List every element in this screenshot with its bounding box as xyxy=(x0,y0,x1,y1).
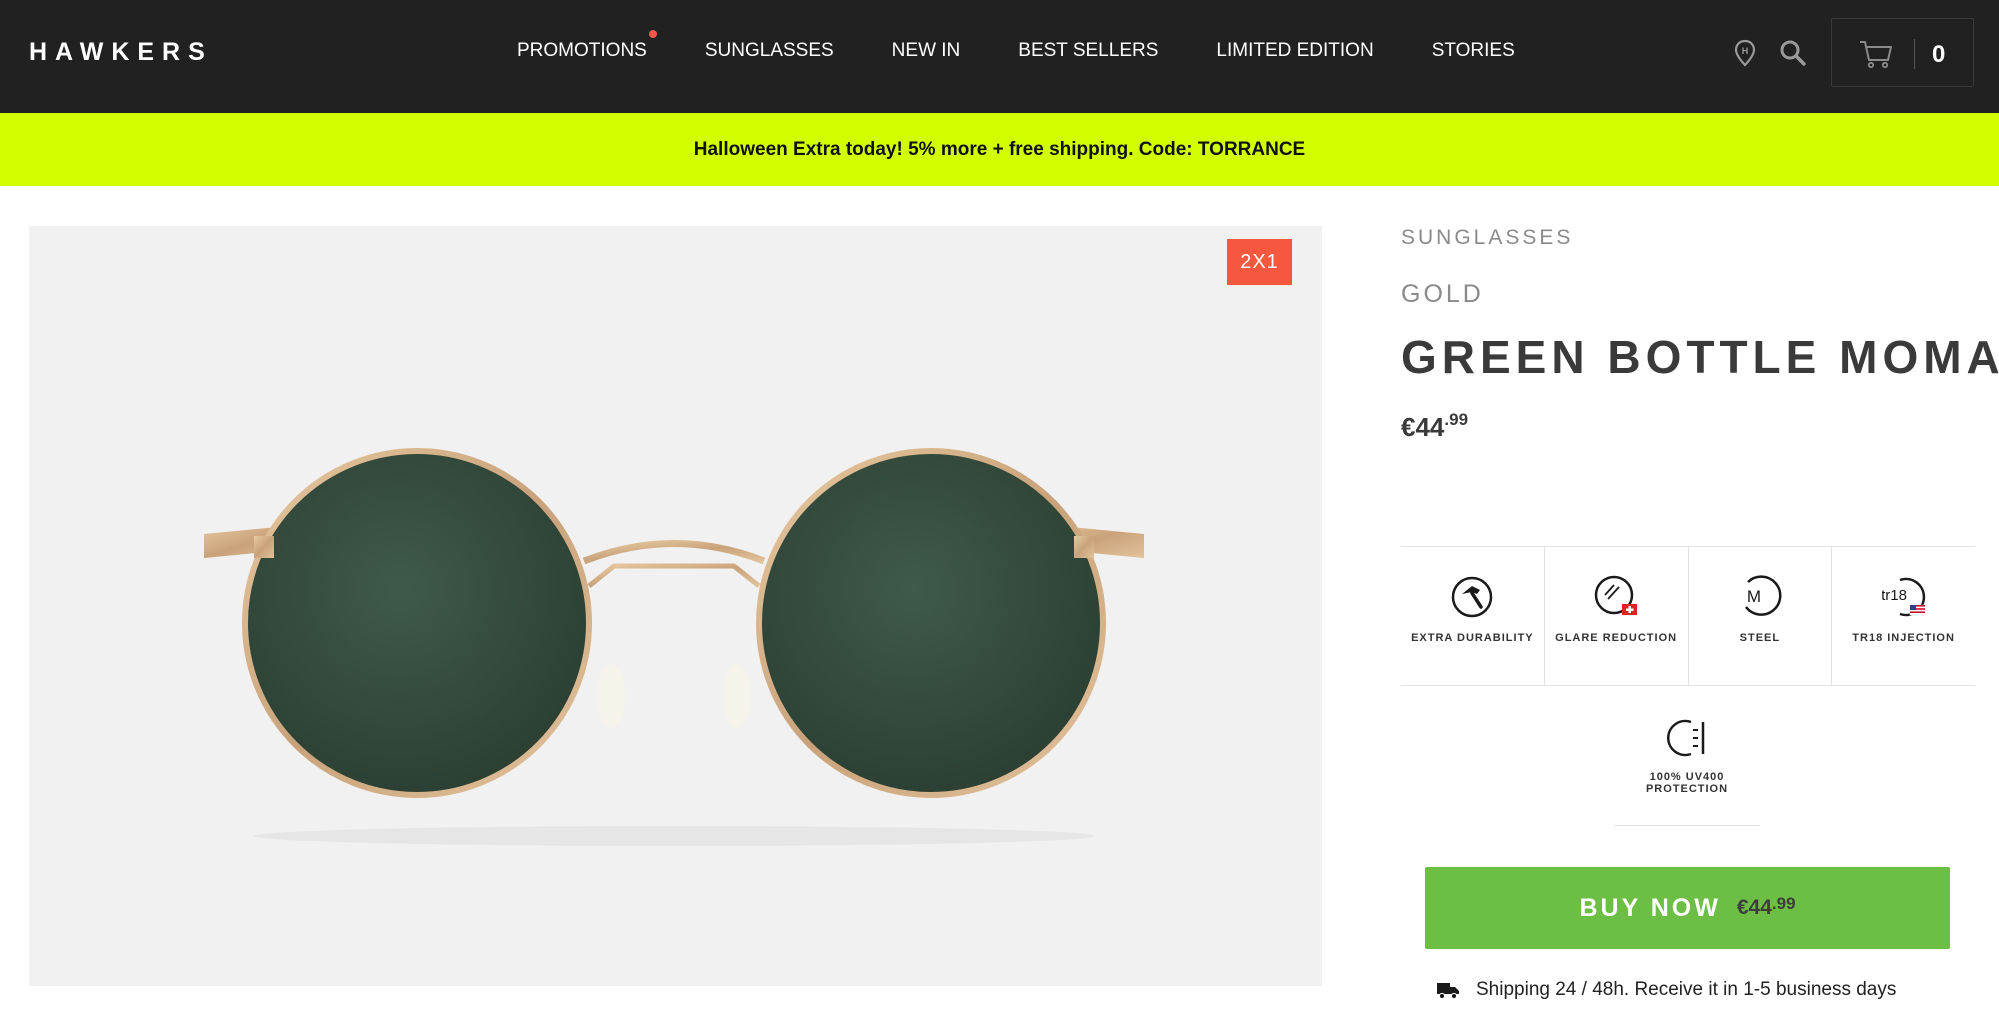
hawkers-logo[interactable]: HAWKERS xyxy=(29,38,213,67)
feature-label: GLARE REDUCTION xyxy=(1555,632,1678,644)
product-category[interactable]: SUNGLASSES xyxy=(1401,226,1573,250)
promo-badge: 2X1 xyxy=(1227,239,1292,285)
buy-price-main: €44 xyxy=(1736,896,1772,919)
promo-banner[interactable]: Halloween Extra today! 5% more + free sh… xyxy=(0,113,1999,186)
product-price: €44.99 xyxy=(1401,410,1469,443)
cart-icon xyxy=(1860,41,1892,69)
cart-count: 0 xyxy=(1932,41,1946,68)
feature-label: EXTRA DURABILITY xyxy=(1411,632,1534,644)
feature-glare-reduction: GLARE REDUCTION xyxy=(1545,547,1689,685)
buy-price-cents: .99 xyxy=(1771,894,1796,913)
product-color: GOLD xyxy=(1401,280,1484,308)
nav-limited-edition-label: LIMITED EDITION xyxy=(1216,40,1374,61)
new-promo-dot xyxy=(648,30,657,38)
feature-extra-durability: EXTRA DURABILITY xyxy=(1401,547,1545,685)
shipping-text: Shipping 24 / 48h. Receive it in 1-5 bus… xyxy=(1476,979,1897,1000)
cart-button[interactable]: 0 xyxy=(1831,18,1974,87)
feature-uv-protection: 100% UV400 PROTECTION xyxy=(1614,700,1760,826)
feature-tr18-injection: tr18 TR18 INJECTION xyxy=(1832,547,1975,685)
nav-stories[interactable]: STORIES xyxy=(1432,40,1515,62)
sunglasses-image xyxy=(204,448,1144,846)
nav-best-sellers-label: BEST SELLERS xyxy=(1018,40,1159,61)
nav-stories-label: STORIES xyxy=(1431,40,1515,61)
site-header: HAWKERS PROMOTIONS SUNGLASSES NEW IN BES… xyxy=(0,0,1999,113)
feature-label: 100% UV400 PROTECTION xyxy=(1645,771,1729,795)
price-main: €44 xyxy=(1401,412,1445,442)
nav-promotions-label: PROMOTIONS xyxy=(517,40,647,61)
shipping-info: Shipping 24 / 48h. Receive it in 1-5 bus… xyxy=(1436,979,1896,1001)
buy-now-label: BUY NOW xyxy=(1579,893,1721,922)
feature-label: TR18 INJECTION xyxy=(1852,632,1955,644)
location-pin-icon[interactable]: H xyxy=(1730,38,1760,68)
glare-reduction-icon xyxy=(1594,575,1638,615)
feature-steel: M STEEL xyxy=(1689,547,1833,685)
price-cents: .99 xyxy=(1444,410,1469,429)
truck-icon xyxy=(1437,983,1459,1000)
nav-limited-edition[interactable]: LIMITED EDITION xyxy=(1216,40,1373,62)
hammer-icon xyxy=(1452,576,1493,618)
cart-divider xyxy=(1914,39,1915,69)
main-nav: PROMOTIONS SUNGLASSES NEW IN BEST SELLER… xyxy=(517,30,1573,62)
svg-text:H: H xyxy=(1742,46,1749,56)
tr18-icon: tr18 xyxy=(1882,577,1925,617)
buy-now-button[interactable]: BUY NOW €44.99 xyxy=(1425,867,1950,949)
search-icon[interactable] xyxy=(1778,38,1808,68)
product-image[interactable]: 2X1 xyxy=(29,226,1322,986)
promo-text: Halloween Extra today! 5% more + free sh… xyxy=(693,138,1306,160)
svg-text:tr18: tr18 xyxy=(1882,587,1907,604)
product-features: EXTRA DURABILITY GLARE REDUCTION M STEEL… xyxy=(1401,546,1975,686)
nav-sunglasses[interactable]: SUNGLASSES xyxy=(705,40,834,62)
uv-protection-icon xyxy=(1667,719,1705,757)
product-title: GREEN BOTTLE MOMA xyxy=(1401,331,1999,383)
steel-icon: M xyxy=(1744,575,1782,616)
buy-now-price: €44.99 xyxy=(1736,894,1796,920)
nav-new-in[interactable]: NEW IN xyxy=(892,40,961,62)
nav-promotions[interactable]: PROMOTIONS xyxy=(517,30,657,62)
feature-label: STEEL xyxy=(1739,632,1781,644)
nav-sunglasses-label: SUNGLASSES xyxy=(704,40,834,61)
svg-text:M: M xyxy=(1747,587,1761,606)
nav-best-sellers[interactable]: BEST SELLERS xyxy=(1018,40,1158,62)
nav-new-in-label: NEW IN xyxy=(891,40,961,61)
